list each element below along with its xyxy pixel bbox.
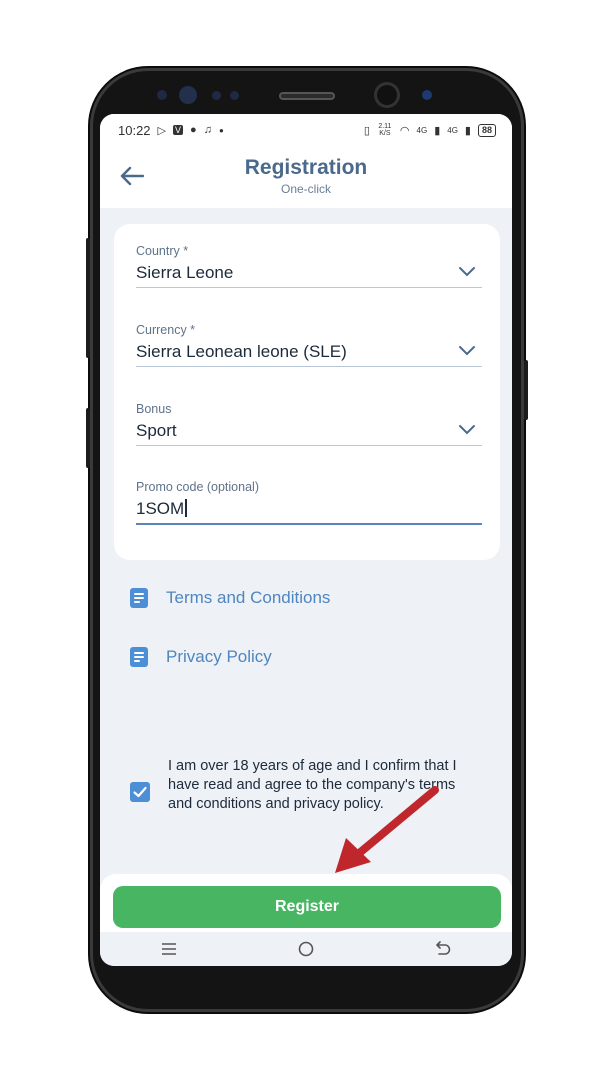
terms-link-label: Terms and Conditions xyxy=(166,588,331,607)
register-button[interactable]: Register xyxy=(113,886,501,928)
chevron-down-icon xyxy=(459,346,475,356)
country-select[interactable]: Country * Sierra Leone xyxy=(136,244,482,288)
wifi-icon: ◠ xyxy=(399,124,410,137)
page-header: Registration One-click xyxy=(100,146,512,208)
home-button[interactable] xyxy=(293,938,319,960)
sensor-icon xyxy=(157,90,167,100)
sensor-icon xyxy=(230,91,239,100)
net-speed: 2.11 K/S xyxy=(378,123,392,137)
promo-code-input[interactable]: Promo code (optional) 1SOM xyxy=(136,480,482,525)
bonus-value: Sport xyxy=(136,421,177,440)
earpiece-speaker xyxy=(279,92,335,100)
back-return-icon xyxy=(436,941,451,955)
promo-value-wrap: 1SOM xyxy=(136,499,482,519)
page-title: Registration xyxy=(244,156,368,179)
home-circle-icon xyxy=(298,941,314,957)
age-consent: I am over 18 years of age and I confirm … xyxy=(130,757,470,814)
signal-bars-icon: ▮ xyxy=(464,124,471,137)
front-camera-icon xyxy=(377,85,397,105)
bixby-button xyxy=(86,408,90,468)
currency-select[interactable]: Currency * Sierra Leonean leone (SLE) xyxy=(136,323,482,367)
signal-4g-1: 4G xyxy=(416,125,428,135)
cast-icon: ▷ xyxy=(157,124,167,137)
text-cursor xyxy=(185,499,187,517)
app-screen: 10:22 ▷ V ● ♫ ● ▯ 2.11 K/S ◠ 4G ▮ 4G ▮ 8… xyxy=(100,114,512,966)
bonus-label: Bonus xyxy=(136,402,172,416)
promo-value: 1SOM xyxy=(136,499,185,518)
status-time: 10:22 xyxy=(118,122,151,138)
phone-frame: 10:22 ▷ V ● ♫ ● ▯ 2.11 K/S ◠ 4G ▮ 4G ▮ 8… xyxy=(86,68,528,1012)
consent-text: I am over 18 years of age and I confirm … xyxy=(168,758,457,812)
currency-value: Sierra Leonean leone (SLE) xyxy=(136,342,347,361)
document-icon xyxy=(130,647,148,667)
terms-link[interactable]: Terms and Conditions xyxy=(130,588,330,608)
promo-underline xyxy=(136,523,482,525)
android-nav-bar xyxy=(100,932,512,966)
currency-underline xyxy=(136,366,482,367)
currency-label: Currency * xyxy=(136,323,196,337)
document-icon xyxy=(130,588,148,608)
country-underline xyxy=(136,287,482,288)
bonus-select[interactable]: Bonus Sport xyxy=(136,402,482,446)
registration-form-card: Country * Sierra Leone Currency * Sierra… xyxy=(114,224,500,560)
bottom-action-panel: Register xyxy=(100,874,512,932)
chevron-down-icon xyxy=(459,425,475,435)
volume-button xyxy=(86,238,90,358)
menu-lines-icon xyxy=(161,943,176,955)
signal-bars-icon: ▮ xyxy=(434,124,441,137)
iris-led-icon xyxy=(422,90,432,100)
country-label: Country * xyxy=(136,244,189,258)
music-icon: ♫ xyxy=(203,124,212,136)
iris-scanner-icon xyxy=(179,86,197,104)
phone-top-bezel xyxy=(90,68,524,120)
more-dot-icon: ● xyxy=(218,125,224,135)
privacy-link[interactable]: Privacy Policy xyxy=(130,647,272,667)
v-app-icon: V xyxy=(173,125,184,135)
vibrate-icon: ▯ xyxy=(363,124,370,137)
power-button xyxy=(524,360,528,420)
signal-4g-2: 4G xyxy=(447,125,458,135)
page-subtitle: One-click xyxy=(280,182,331,196)
checkmark-icon xyxy=(133,786,147,798)
privacy-link-label: Privacy Policy xyxy=(166,647,272,666)
back-button[interactable] xyxy=(430,938,456,960)
recent-apps-button[interactable] xyxy=(156,938,182,960)
back-arrow-icon[interactable] xyxy=(118,164,146,188)
notification-dot-icon: ● xyxy=(190,124,197,136)
chevron-down-icon xyxy=(459,267,475,277)
consent-checkbox[interactable] xyxy=(130,782,150,802)
sensor-icon xyxy=(212,91,221,100)
country-value: Sierra Leone xyxy=(136,263,234,282)
bonus-underline xyxy=(136,445,482,446)
battery-indicator: 88 xyxy=(477,123,496,137)
status-bar: 10:22 ▷ V ● ♫ ● ▯ 2.11 K/S ◠ 4G ▮ 4G ▮ 8… xyxy=(100,114,512,146)
promo-label: Promo code (optional) xyxy=(136,480,259,494)
